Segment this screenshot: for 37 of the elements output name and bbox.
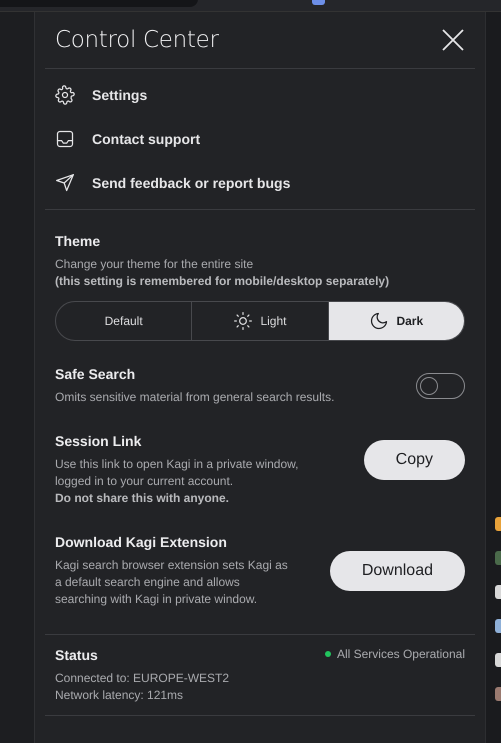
theme-option[interactable]: Dark — [328, 302, 464, 340]
menu-item[interactable]: Settings — [45, 73, 475, 117]
app-icon[interactable] — [495, 517, 501, 531]
menu-item-label: Contact support — [92, 131, 200, 147]
status-line: Network latency: 121ms — [55, 687, 184, 704]
section-title: Theme — [55, 233, 102, 249]
close-icon — [441, 28, 465, 52]
menu-item-label: Settings — [92, 87, 148, 103]
inbox-icon — [55, 129, 75, 149]
download-button[interactable]: Download — [330, 551, 465, 591]
section-warning: Do not share this with anyone. — [55, 490, 230, 507]
app-icon[interactable] — [495, 653, 501, 667]
copy-button[interactable]: Copy — [364, 440, 465, 480]
section-title: Safe Search — [55, 366, 136, 382]
section-description: Kagi search browser extension sets Kagi as a default search engine and allows searching with Kagi in private window. — [55, 557, 289, 608]
panel-title: Control Center — [55, 27, 219, 53]
theme-option[interactable]: Default — [56, 302, 192, 340]
section-title: Status — [55, 647, 99, 663]
close-button[interactable] — [441, 28, 465, 52]
menu-item-label: Send feedback or report bugs — [92, 175, 290, 191]
section-description: Change your theme for the entire site — [55, 256, 254, 273]
app-icon[interactable] — [495, 619, 501, 633]
paper-plane-icon — [55, 173, 75, 193]
moon-icon — [369, 311, 390, 331]
section-description: Omits sensitive material from general search results. — [55, 389, 334, 406]
app-icon[interactable] — [495, 585, 501, 599]
safe-search-toggle[interactable] — [416, 373, 465, 399]
section-description: Use this link to open Kagi in a private window, logged in to your current account. — [55, 456, 300, 490]
section-note: (this setting is remembered for mobile/desktop separately) — [55, 273, 390, 290]
menu-item[interactable]: Contact support — [45, 117, 475, 161]
settings-icon — [55, 85, 75, 105]
section-title: Session Link — [55, 433, 142, 449]
status-text: All Services Operational — [336, 647, 465, 661]
status-line: Connected to: EUROPE-WEST2 — [55, 670, 230, 687]
menu-item[interactable]: Send feedback or report bugs — [45, 161, 475, 205]
sun-icon — [233, 311, 254, 331]
section-title: Download Kagi Extension — [55, 534, 228, 550]
